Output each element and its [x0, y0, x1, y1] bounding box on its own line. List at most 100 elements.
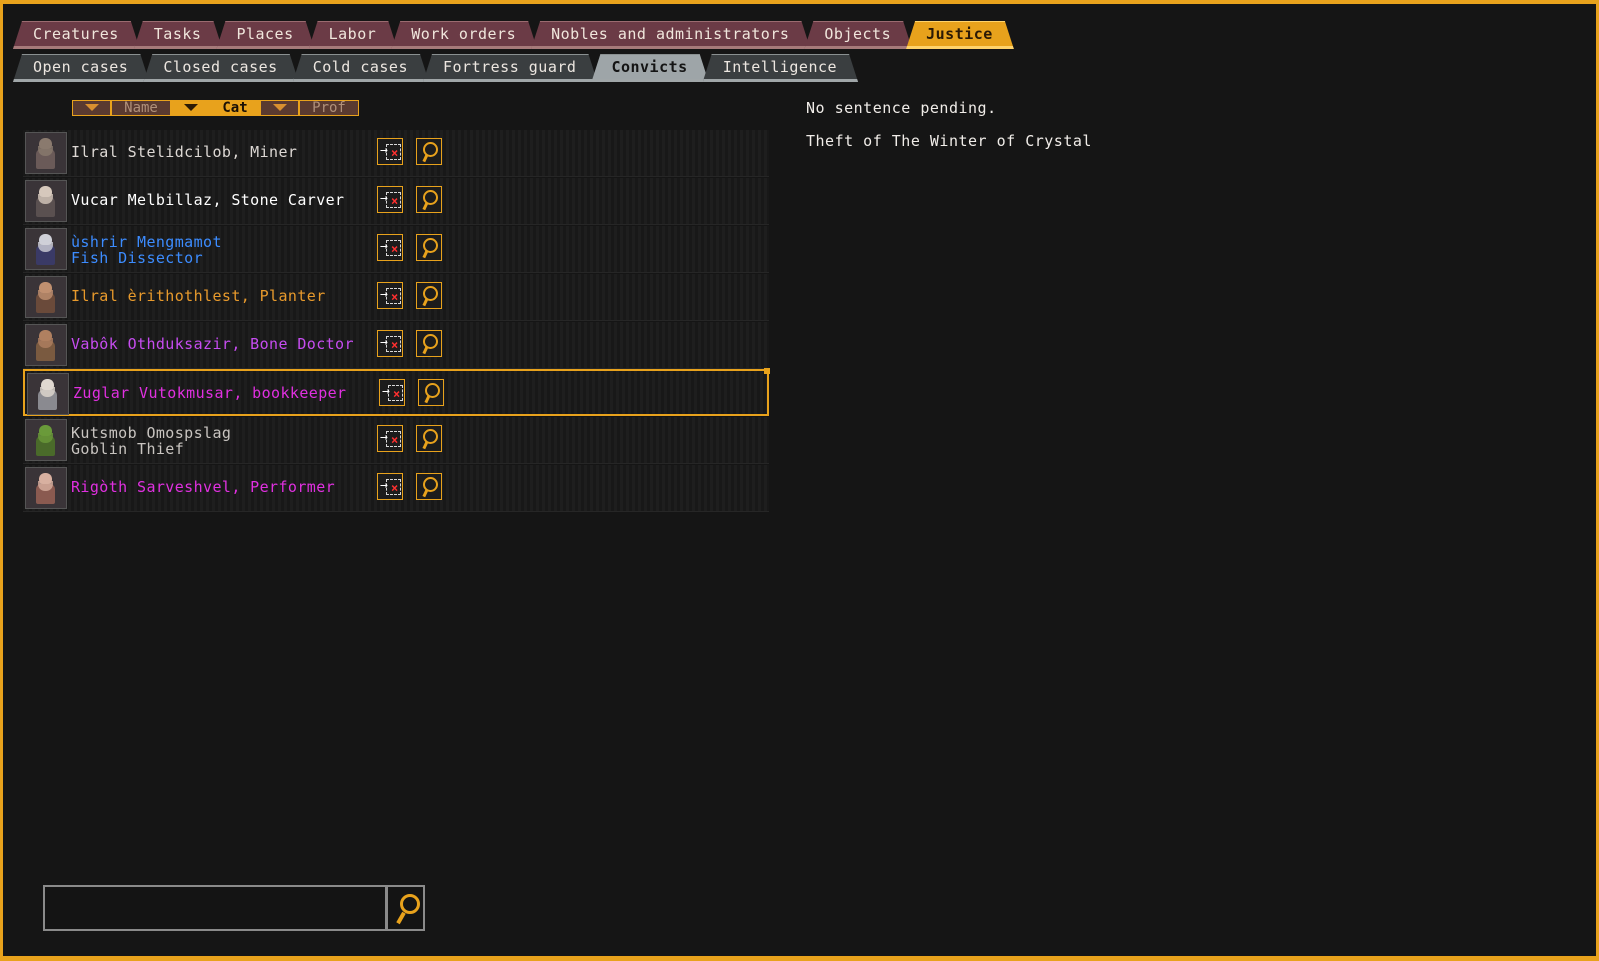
sort-name-button[interactable]: Name [111, 100, 171, 116]
convict-name-line: ùshrir Mengmamot [71, 233, 222, 251]
subtab-fortress-guard[interactable]: Fortress guard [423, 54, 597, 82]
close-icon: × [391, 338, 399, 352]
convict-profession-line: Goblin Thief [71, 440, 185, 458]
magnifier-handle [424, 394, 431, 404]
view-convict-button[interactable] [418, 379, 444, 406]
view-convict-button[interactable] [416, 425, 442, 452]
creature-portrait[interactable] [25, 228, 67, 270]
tab-objects[interactable]: Objects [804, 21, 912, 49]
remove-convict-button[interactable]: → × [377, 186, 403, 213]
magnifier-handle [422, 297, 429, 307]
close-icon: × [391, 146, 399, 160]
tab-tasks[interactable]: Tasks [134, 21, 223, 49]
remove-convict-button[interactable]: → × [377, 425, 403, 452]
convict-name: ùshrir Mengmamot Fish Dissector [71, 234, 222, 266]
magnifier-handle [422, 153, 429, 163]
close-icon: × [391, 290, 399, 304]
close-icon: × [391, 242, 399, 256]
creature-portrait[interactable] [25, 132, 67, 174]
subtab-closed-cases[interactable]: Closed cases [143, 54, 298, 82]
convict-name-line: Ilral èrithothlest, Planter [71, 287, 326, 305]
justice-sub-tab-bar: Open cases Closed cases Cold cases Fortress… [13, 54, 852, 80]
search-input[interactable] [43, 885, 387, 931]
remove-convict-button[interactable]: → × [377, 234, 403, 261]
convict-name-line: Kutsmob Omospslag [71, 424, 232, 442]
tab-work-orders[interactable]: Work orders [391, 21, 537, 49]
creature-portrait[interactable] [25, 419, 67, 461]
convict-row[interactable]: Vucar Melbillaz, Stone Carver → × [23, 178, 769, 225]
arrow-right-icon: → [380, 335, 388, 350]
convict-row[interactable]: Kutsmob Omospslag Goblin Thief → × [23, 417, 769, 464]
magnifier-handle [396, 911, 406, 925]
view-convict-button[interactable] [416, 234, 442, 261]
arrow-right-icon: → [380, 239, 388, 254]
creature-portrait[interactable] [27, 373, 69, 415]
convict-name-line: Vucar Melbillaz, Stone Carver [71, 191, 345, 209]
sort-bar: Name Cat Prof [72, 100, 359, 116]
tab-places[interactable]: Places [216, 21, 314, 49]
tab-justice[interactable]: Justice [906, 21, 1014, 49]
convict-name-line: Vabôk Othduksazir, Bone Doctor [71, 335, 354, 353]
chevron-down-icon [273, 104, 287, 111]
sort-prof-button[interactable]: Prof [299, 100, 359, 116]
convict-profession-line: Fish Dissector [71, 249, 204, 267]
convict-row[interactable]: Rigòth Sarveshvel, Performer → × [23, 465, 769, 512]
convict-name: Vucar Melbillaz, Stone Carver [71, 192, 345, 208]
chevron-down-icon [85, 104, 99, 111]
arrow-right-icon: → [380, 430, 388, 445]
arrow-right-icon: → [380, 143, 388, 158]
creature-portrait[interactable] [25, 467, 67, 509]
remove-convict-button[interactable]: → × [377, 138, 403, 165]
creature-portrait[interactable] [25, 180, 67, 222]
sort-cat-toggle[interactable] [171, 100, 210, 116]
convict-row[interactable]: Zuglar Vutokmusar, bookkeeper → × [23, 368, 770, 416]
view-convict-button[interactable] [416, 330, 442, 357]
convict-name-line: Rigòth Sarveshvel, Performer [71, 478, 336, 496]
sort-cat-button[interactable]: Cat [210, 100, 260, 116]
convict-name: Zuglar Vutokmusar, bookkeeper [73, 385, 347, 401]
tab-labor[interactable]: Labor [309, 21, 398, 49]
sort-name-toggle[interactable] [72, 100, 111, 116]
convict-row[interactable]: Ilral Stelidcilob, Miner → × [23, 130, 769, 177]
magnifier-icon [400, 894, 420, 914]
convict-name: Kutsmob Omospslag Goblin Thief [71, 425, 231, 457]
remove-convict-button[interactable]: → × [377, 282, 403, 309]
subtab-convicts[interactable]: Convicts [591, 54, 708, 82]
arrow-right-icon: → [380, 287, 388, 302]
justice-window: Creatures Tasks Places Labor Work orders Nobl… [0, 0, 1599, 961]
sentence-status: No sentence pending. [806, 99, 997, 117]
convict-name: Rigòth Sarveshvel, Performer [71, 479, 335, 495]
view-convict-button[interactable] [416, 282, 442, 309]
magnifier-handle [422, 440, 429, 450]
search-button[interactable] [387, 885, 425, 931]
convict-row[interactable]: Vabôk Othduksazir, Bone Doctor → × [23, 322, 769, 369]
tab-creatures[interactable]: Creatures [13, 21, 140, 49]
arrow-right-icon: → [380, 478, 388, 493]
remove-convict-button[interactable]: → × [377, 330, 403, 357]
tab-nobles-and-administrators[interactable]: Nobles and administrators [531, 21, 810, 49]
view-convict-button[interactable] [416, 186, 442, 213]
convict-name: Ilral Stelidcilob, Miner [71, 144, 297, 160]
creature-portrait[interactable] [25, 324, 67, 366]
subtab-intelligence[interactable]: Intelligence [703, 54, 858, 82]
view-convict-button[interactable] [416, 138, 442, 165]
convict-name: Vabôk Othduksazir, Bone Doctor [71, 336, 354, 352]
subtab-cold-cases[interactable]: Cold cases [293, 54, 429, 82]
view-convict-button[interactable] [416, 473, 442, 500]
convict-name: Ilral èrithothlest, Planter [71, 288, 326, 304]
sort-prof-toggle[interactable] [260, 100, 299, 116]
magnifier-handle [422, 249, 429, 259]
remove-convict-button[interactable]: → × [377, 473, 403, 500]
arrow-right-icon: → [382, 384, 390, 399]
convict-row[interactable]: Ilral èrithothlest, Planter → × [23, 274, 769, 321]
convict-row[interactable]: ùshrir Mengmamot Fish Dissector → × [23, 226, 769, 273]
close-icon: × [391, 194, 399, 208]
creature-portrait[interactable] [25, 276, 67, 318]
arrow-right-icon: → [380, 191, 388, 206]
remove-convict-button[interactable]: → × [379, 379, 405, 406]
subtab-open-cases[interactable]: Open cases [13, 54, 149, 82]
case-info-panel: No sentence pending. Theft of The Winter… [806, 99, 1092, 165]
crime-description: Theft of The Winter of Crystal [806, 132, 1092, 150]
convict-name-line: Zuglar Vutokmusar, bookkeeper [73, 384, 347, 402]
magnifier-handle [422, 488, 429, 498]
